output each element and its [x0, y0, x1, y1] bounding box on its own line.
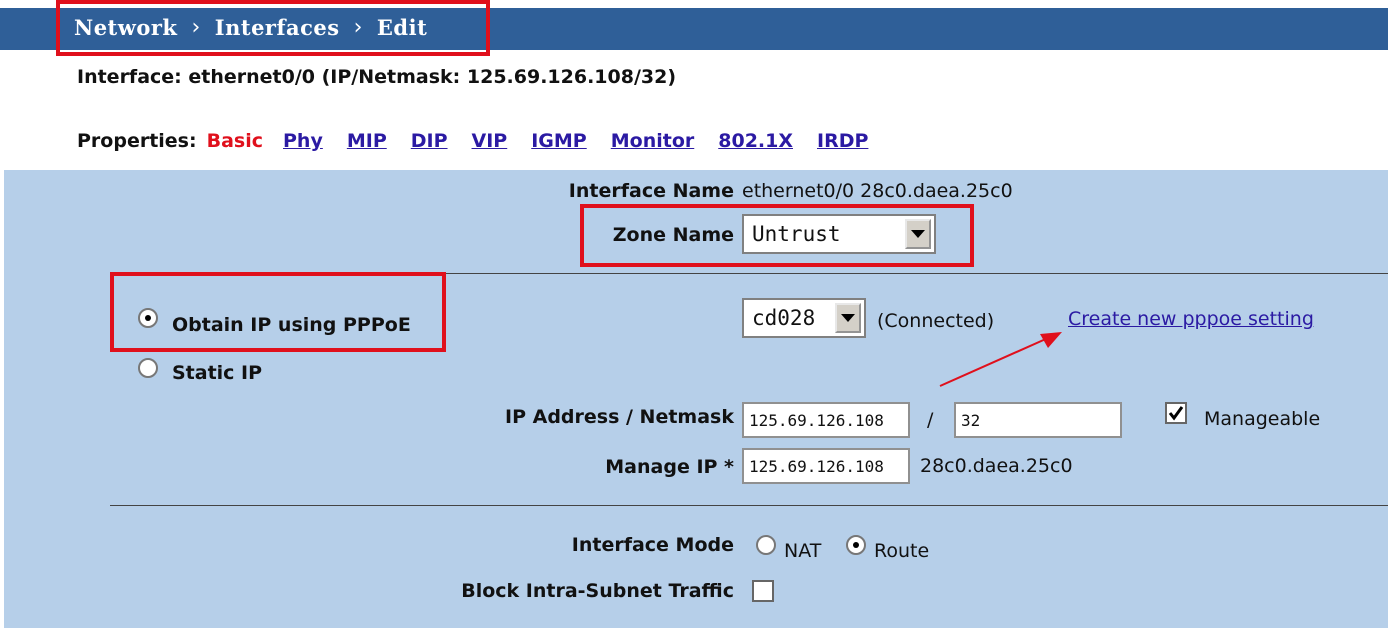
- tab-8021x[interactable]: 802.1X: [718, 130, 793, 152]
- zone-name-select[interactable]: Untrust: [742, 214, 936, 254]
- breadcrumb-network[interactable]: Network: [74, 15, 177, 40]
- tab-monitor[interactable]: Monitor: [611, 130, 695, 152]
- netmask-input[interactable]: 32: [954, 402, 1122, 438]
- tab-dip[interactable]: DIP: [411, 130, 448, 152]
- ip-address-input[interactable]: 125.69.126.108: [742, 402, 910, 438]
- pppoe-radio[interactable]: [138, 308, 158, 328]
- chevron-down-icon[interactable]: [835, 303, 861, 333]
- zone-name-value: Untrust: [752, 222, 841, 246]
- manage-mac-value: 28c0.daea.25c0: [920, 455, 1073, 477]
- manageable-label: Manageable: [1204, 408, 1321, 430]
- tab-phy[interactable]: Phy: [283, 130, 323, 152]
- checkmark-icon: [1168, 406, 1184, 421]
- manageable-checkbox[interactable]: [1165, 402, 1187, 424]
- manage-ip-label: Manage IP *: [605, 456, 734, 478]
- ip-netmask-label: IP Address / Netmask: [505, 406, 734, 428]
- block-intra-subnet-label: Block Intra-Subnet Traffic: [461, 580, 734, 602]
- static-ip-radio[interactable]: [138, 358, 158, 378]
- annotation-arrow-icon: [939, 332, 1062, 387]
- mode-nat-label: NAT: [784, 540, 822, 562]
- static-ip-label: Static IP: [172, 362, 263, 384]
- tab-irdp[interactable]: IRDP: [817, 130, 868, 152]
- properties-label: Properties:: [77, 130, 197, 152]
- manage-ip-input[interactable]: 125.69.126.108: [742, 448, 910, 484]
- netmask-slash: /: [927, 409, 934, 431]
- breadcrumb-separator: ›: [353, 14, 363, 40]
- interface-mode-label: Interface Mode: [571, 534, 734, 556]
- pppoe-label: Obtain IP using PPPoE: [172, 314, 411, 336]
- chevron-down-icon[interactable]: [905, 219, 931, 249]
- properties-tabs: Properties: Basic Phy MIP DIP VIP IGMP M…: [77, 130, 892, 152]
- interface-info: Interface: ethernet0/0 (IP/Netmask: 125.…: [77, 66, 677, 88]
- breadcrumb-edit: Edit: [376, 14, 428, 40]
- divider: [110, 505, 1388, 506]
- tab-igmp[interactable]: IGMP: [531, 130, 587, 152]
- mode-route-label: Route: [874, 540, 930, 562]
- breadcrumb: Network › Interfaces › Edit: [74, 12, 427, 42]
- mode-nat-radio[interactable]: [756, 535, 776, 555]
- mode-route-radio[interactable]: [846, 535, 866, 555]
- interface-name-label: Interface Name: [568, 180, 734, 202]
- divider: [445, 273, 1388, 274]
- tab-vip[interactable]: VIP: [472, 130, 508, 152]
- breadcrumb-separator: ›: [191, 14, 201, 40]
- tab-basic[interactable]: Basic: [207, 130, 263, 152]
- interface-name-value: ethernet0/0 28c0.daea.25c0: [742, 180, 1013, 202]
- block-intra-subnet-checkbox[interactable]: [752, 580, 774, 602]
- create-pppoe-setting-link[interactable]: Create new pppoe setting: [1068, 308, 1314, 330]
- pppoe-profile-value: cd028: [752, 306, 816, 330]
- pppoe-profile-select[interactable]: cd028: [742, 298, 866, 338]
- tab-mip[interactable]: MIP: [347, 130, 387, 152]
- zone-name-label: Zone Name: [612, 224, 734, 246]
- breadcrumb-interfaces[interactable]: Interfaces: [215, 15, 340, 40]
